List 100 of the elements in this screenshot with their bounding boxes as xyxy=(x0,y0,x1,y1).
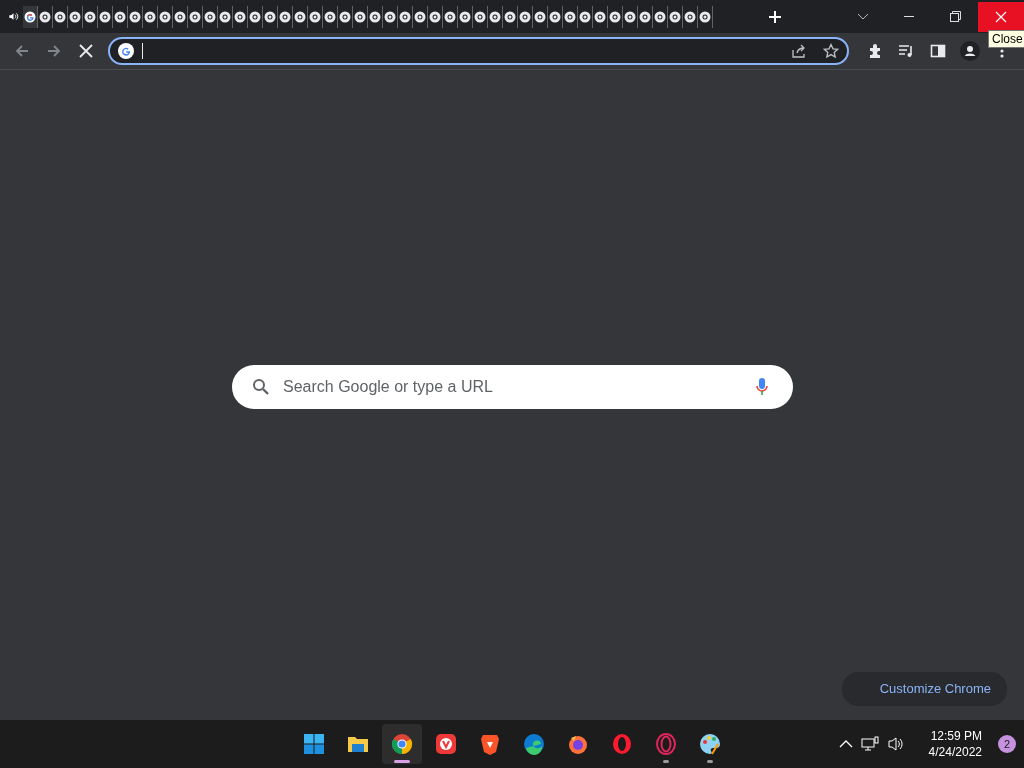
chrome-logo-icon xyxy=(669,10,681,23)
chrome-logo-icon xyxy=(684,10,696,23)
browser-tab[interactable] xyxy=(143,5,158,28)
search-field[interactable]: Search Google or type a URL xyxy=(232,365,793,409)
browser-tab[interactable] xyxy=(188,5,203,28)
chrome-logo-icon xyxy=(390,732,414,756)
browser-tab[interactable] xyxy=(533,5,548,28)
chrome-logo-icon xyxy=(624,10,636,23)
address-bar[interactable] xyxy=(107,37,849,65)
browser-tab[interactable] xyxy=(323,5,338,28)
forward-icon[interactable] xyxy=(45,43,62,59)
back-icon[interactable] xyxy=(13,43,30,59)
chrome-logo-icon xyxy=(519,10,531,23)
share-icon[interactable] xyxy=(790,43,807,59)
chrome-logo-icon xyxy=(399,10,411,23)
clock-time: 12:59 PM xyxy=(929,728,982,744)
browser-tab[interactable] xyxy=(638,5,653,28)
browser-tab[interactable] xyxy=(263,5,278,28)
chrome-logo-icon xyxy=(159,10,171,23)
browser-tab[interactable] xyxy=(293,5,308,28)
minimize-icon[interactable] xyxy=(904,15,914,18)
taskbar-button[interactable] xyxy=(382,724,422,764)
browser-tab[interactable] xyxy=(653,5,668,28)
new-tab-icon[interactable] xyxy=(768,9,782,24)
browser-tab[interactable] xyxy=(398,5,413,28)
notification-badge[interactable]: 2 xyxy=(998,735,1016,753)
browser-tab[interactable] xyxy=(218,5,233,28)
browser-tab[interactable] xyxy=(578,5,593,28)
vivaldi-logo-icon xyxy=(434,732,458,756)
chrome-logo-icon xyxy=(39,10,51,23)
chrome-logo-icon xyxy=(99,10,111,23)
chrome-logo-icon xyxy=(114,10,126,23)
browser-tab[interactable] xyxy=(668,5,683,28)
browser-tab[interactable] xyxy=(548,5,563,28)
chrome-logo-icon xyxy=(189,10,201,23)
clock-date: 4/24/2022 xyxy=(928,744,982,760)
google-icon xyxy=(117,43,134,59)
customize-chrome-button[interactable]: Customize Chrome xyxy=(841,672,1007,706)
browser-tab[interactable] xyxy=(518,5,533,28)
browser-tab[interactable] xyxy=(563,5,578,28)
profile-icon[interactable] xyxy=(960,41,981,61)
stop-loading-icon[interactable] xyxy=(78,44,93,58)
browser-tab[interactable] xyxy=(173,5,188,28)
chevron-up-icon[interactable] xyxy=(838,739,853,749)
chrome-logo-icon xyxy=(369,10,381,23)
browser-tab[interactable] xyxy=(233,5,248,28)
browser-tab[interactable] xyxy=(38,5,53,28)
browser-tab[interactable] xyxy=(248,5,263,28)
browser-tab[interactable] xyxy=(68,5,83,28)
chrome-logo-icon xyxy=(249,10,261,23)
browser-tab[interactable] xyxy=(203,5,218,28)
browser-tab[interactable] xyxy=(623,5,638,28)
browser-tab[interactable] xyxy=(503,5,518,28)
bookmark-star-icon[interactable] xyxy=(822,43,839,59)
browser-tab[interactable] xyxy=(278,5,293,28)
browser-tab[interactable] xyxy=(83,5,98,28)
browser-tab[interactable] xyxy=(413,5,428,28)
chrome-logo-icon xyxy=(384,10,396,23)
browser-tab[interactable] xyxy=(458,5,473,28)
microphone-icon[interactable] xyxy=(755,377,769,397)
media-controls-icon[interactable] xyxy=(898,43,915,59)
close-button[interactable] xyxy=(978,1,1024,32)
close-icon xyxy=(995,10,1007,23)
browser-tab[interactable] xyxy=(128,5,143,28)
browser-tab[interactable] xyxy=(473,5,488,28)
tab-search-icon[interactable] xyxy=(857,12,869,21)
browser-tab[interactable] xyxy=(98,5,113,28)
palette-icon xyxy=(698,732,722,756)
ring-logo-icon xyxy=(654,732,678,756)
browser-tab[interactable] xyxy=(428,5,443,28)
browser-tab[interactable] xyxy=(338,5,353,28)
audio-playing-icon[interactable] xyxy=(8,11,19,22)
browser-tab[interactable] xyxy=(368,5,383,28)
browser-tab[interactable] xyxy=(113,5,128,28)
chrome-logo-icon xyxy=(429,10,441,23)
browser-tab[interactable] xyxy=(158,5,173,28)
edge-logo-icon xyxy=(522,732,546,756)
chrome-logo-icon xyxy=(129,10,141,23)
browser-tab[interactable] xyxy=(488,5,503,28)
browser-tab[interactable] xyxy=(608,5,623,28)
browser-tab[interactable] xyxy=(353,5,368,28)
side-panel-icon[interactable] xyxy=(930,43,947,59)
browser-tab[interactable] xyxy=(443,5,458,28)
volume-icon[interactable] xyxy=(886,736,905,752)
chrome-logo-icon xyxy=(264,10,276,23)
chrome-logo-icon xyxy=(294,10,306,23)
chrome-logo-icon xyxy=(534,10,546,23)
browser-tab[interactable] xyxy=(698,5,713,28)
browser-tab[interactable] xyxy=(683,5,698,28)
restore-icon[interactable] xyxy=(949,11,961,22)
network-icon[interactable] xyxy=(860,736,879,752)
browser-tab[interactable] xyxy=(383,5,398,28)
chrome-logo-icon xyxy=(309,10,321,23)
chrome-logo-icon xyxy=(174,10,186,23)
browser-tab[interactable] xyxy=(308,5,323,28)
browser-tab[interactable] xyxy=(23,5,38,28)
chrome-logo-icon xyxy=(609,10,621,23)
browser-tab[interactable] xyxy=(53,5,68,28)
chrome-logo-icon xyxy=(324,10,336,23)
browser-tab[interactable] xyxy=(593,5,608,28)
